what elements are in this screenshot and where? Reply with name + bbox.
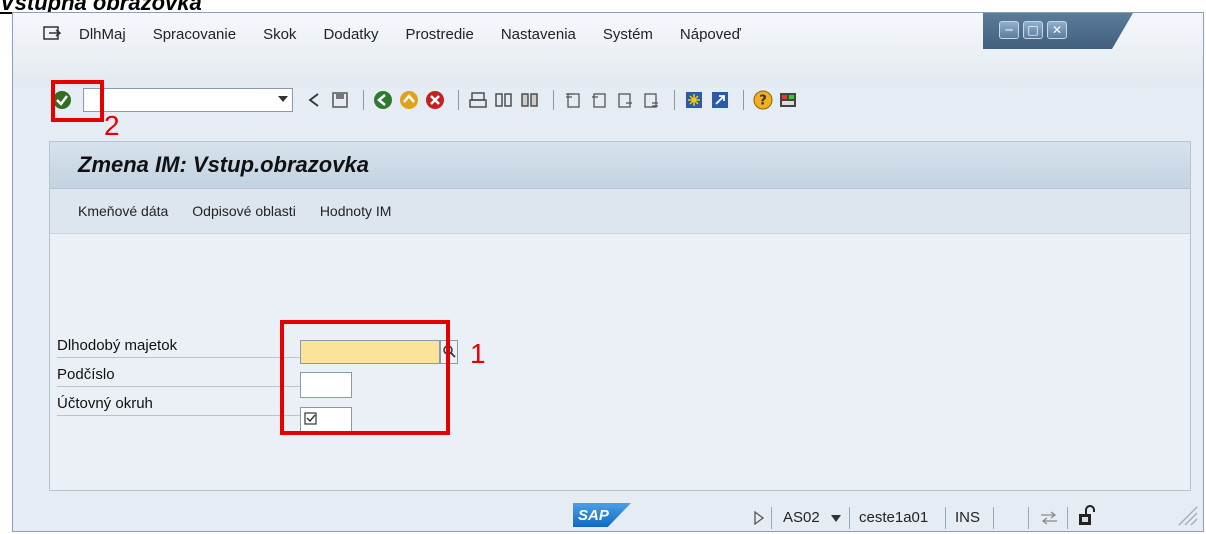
- lock-icon[interactable]: [1077, 504, 1097, 528]
- status-separator: [771, 507, 772, 529]
- application-toolbar: Kmeňové dáta Odpisové oblasti Hodnoty IM: [50, 189, 1190, 234]
- status-separator: [993, 507, 994, 529]
- master-data-button[interactable]: Kmeňové dáta: [78, 203, 168, 219]
- connection-icon[interactable]: [1039, 509, 1059, 527]
- asset-field-label: Dlhodobý majetok: [57, 332, 307, 358]
- menu-prostredie[interactable]: Prostredie: [405, 26, 473, 43]
- menu-napoved[interactable]: Nápoveď: [680, 26, 741, 43]
- annotation-box-enter: [51, 80, 104, 122]
- close-icon: ✕: [1051, 23, 1063, 37]
- menu-nastavenia[interactable]: Nastavenia: [501, 26, 576, 43]
- find-next-icon[interactable]: [519, 89, 541, 111]
- back-nav-icon[interactable]: [303, 89, 325, 111]
- svg-text:?: ?: [759, 94, 767, 109]
- save-icon[interactable]: [329, 89, 351, 111]
- title-bar: Zmena IM: Vstup.obrazovka: [50, 142, 1190, 189]
- screen-area: Zmena IM: Vstup.obrazovka Kmeňové dáta O…: [49, 141, 1191, 491]
- status-expand-icon[interactable]: [753, 510, 765, 526]
- first-page-icon[interactable]: [562, 89, 584, 111]
- cancel-icon[interactable]: [424, 89, 446, 111]
- toolbar-separator: [674, 90, 675, 110]
- menu-exit-icon[interactable]: [41, 25, 63, 43]
- status-separator: [1067, 507, 1068, 529]
- resize-grip-icon[interactable]: [1173, 501, 1199, 527]
- toolbar-separator: [553, 90, 554, 110]
- server-name: ceste1a01: [859, 509, 929, 526]
- menu-dlhmaj[interactable]: DlhMaj: [79, 26, 126, 43]
- sap-window: DlhMaj Spracovanie Skok Dodatky Prostred…: [12, 12, 1204, 532]
- minimize-icon: ─: [1005, 23, 1013, 37]
- customize-layout-icon[interactable]: [778, 89, 800, 111]
- subnumber-field-label: Podčíslo: [57, 361, 307, 387]
- print-icon[interactable]: [467, 89, 489, 111]
- standard-toolbar: ?: [51, 83, 804, 117]
- minimize-button[interactable]: ─: [999, 21, 1019, 39]
- asset-values-button[interactable]: Hodnoty IM: [320, 203, 392, 219]
- company-code-field-label: Účtovný okruh: [57, 390, 307, 416]
- help-icon[interactable]: ?: [752, 89, 774, 111]
- previous-page-icon[interactable]: [588, 89, 610, 111]
- annotation-box-fields: [280, 320, 450, 435]
- transaction-code: AS02: [783, 509, 820, 526]
- insert-mode: INS: [955, 509, 981, 526]
- annotation-label-one: 1: [470, 338, 486, 369]
- menu-spracovanie[interactable]: Spracovanie: [153, 26, 236, 43]
- status-separator: [849, 507, 850, 529]
- menu-system[interactable]: Systém: [603, 26, 653, 43]
- new-session-icon[interactable]: [683, 89, 705, 111]
- toolbar-separator: [743, 90, 744, 110]
- menu-skok[interactable]: Skok: [263, 26, 296, 43]
- menu-bar: DlhMaj Spracovanie Skok Dodatky Prostred…: [41, 25, 768, 43]
- status-separator: [945, 507, 946, 529]
- status-separator: [1028, 507, 1029, 529]
- page-title: Zmena IM: Vstup.obrazovka: [78, 152, 369, 177]
- toolbar-separator: [458, 90, 459, 110]
- last-page-icon[interactable]: [640, 89, 662, 111]
- window-controls: ─ □ ✕: [983, 13, 1133, 49]
- menu-dodatky[interactable]: Dodatky: [323, 26, 378, 43]
- maximize-icon: □: [1027, 23, 1039, 37]
- find-icon[interactable]: [493, 89, 515, 111]
- command-dropdown-icon[interactable]: [278, 96, 288, 102]
- annotation-label-two: 2: [104, 110, 120, 141]
- shortcut-icon[interactable]: [709, 89, 731, 111]
- transaction-dropdown-icon[interactable]: [831, 515, 841, 523]
- close-button[interactable]: ✕: [1047, 21, 1067, 39]
- maximize-button[interactable]: □: [1023, 21, 1043, 39]
- back-icon[interactable]: [372, 89, 394, 111]
- depreciation-areas-button[interactable]: Odpisové oblasti: [192, 203, 296, 219]
- command-field[interactable]: [83, 88, 293, 112]
- toolbar-separator: [363, 90, 364, 110]
- exit-icon[interactable]: [398, 89, 420, 111]
- sap-logo: SAP: [573, 503, 631, 527]
- next-page-icon[interactable]: [614, 89, 636, 111]
